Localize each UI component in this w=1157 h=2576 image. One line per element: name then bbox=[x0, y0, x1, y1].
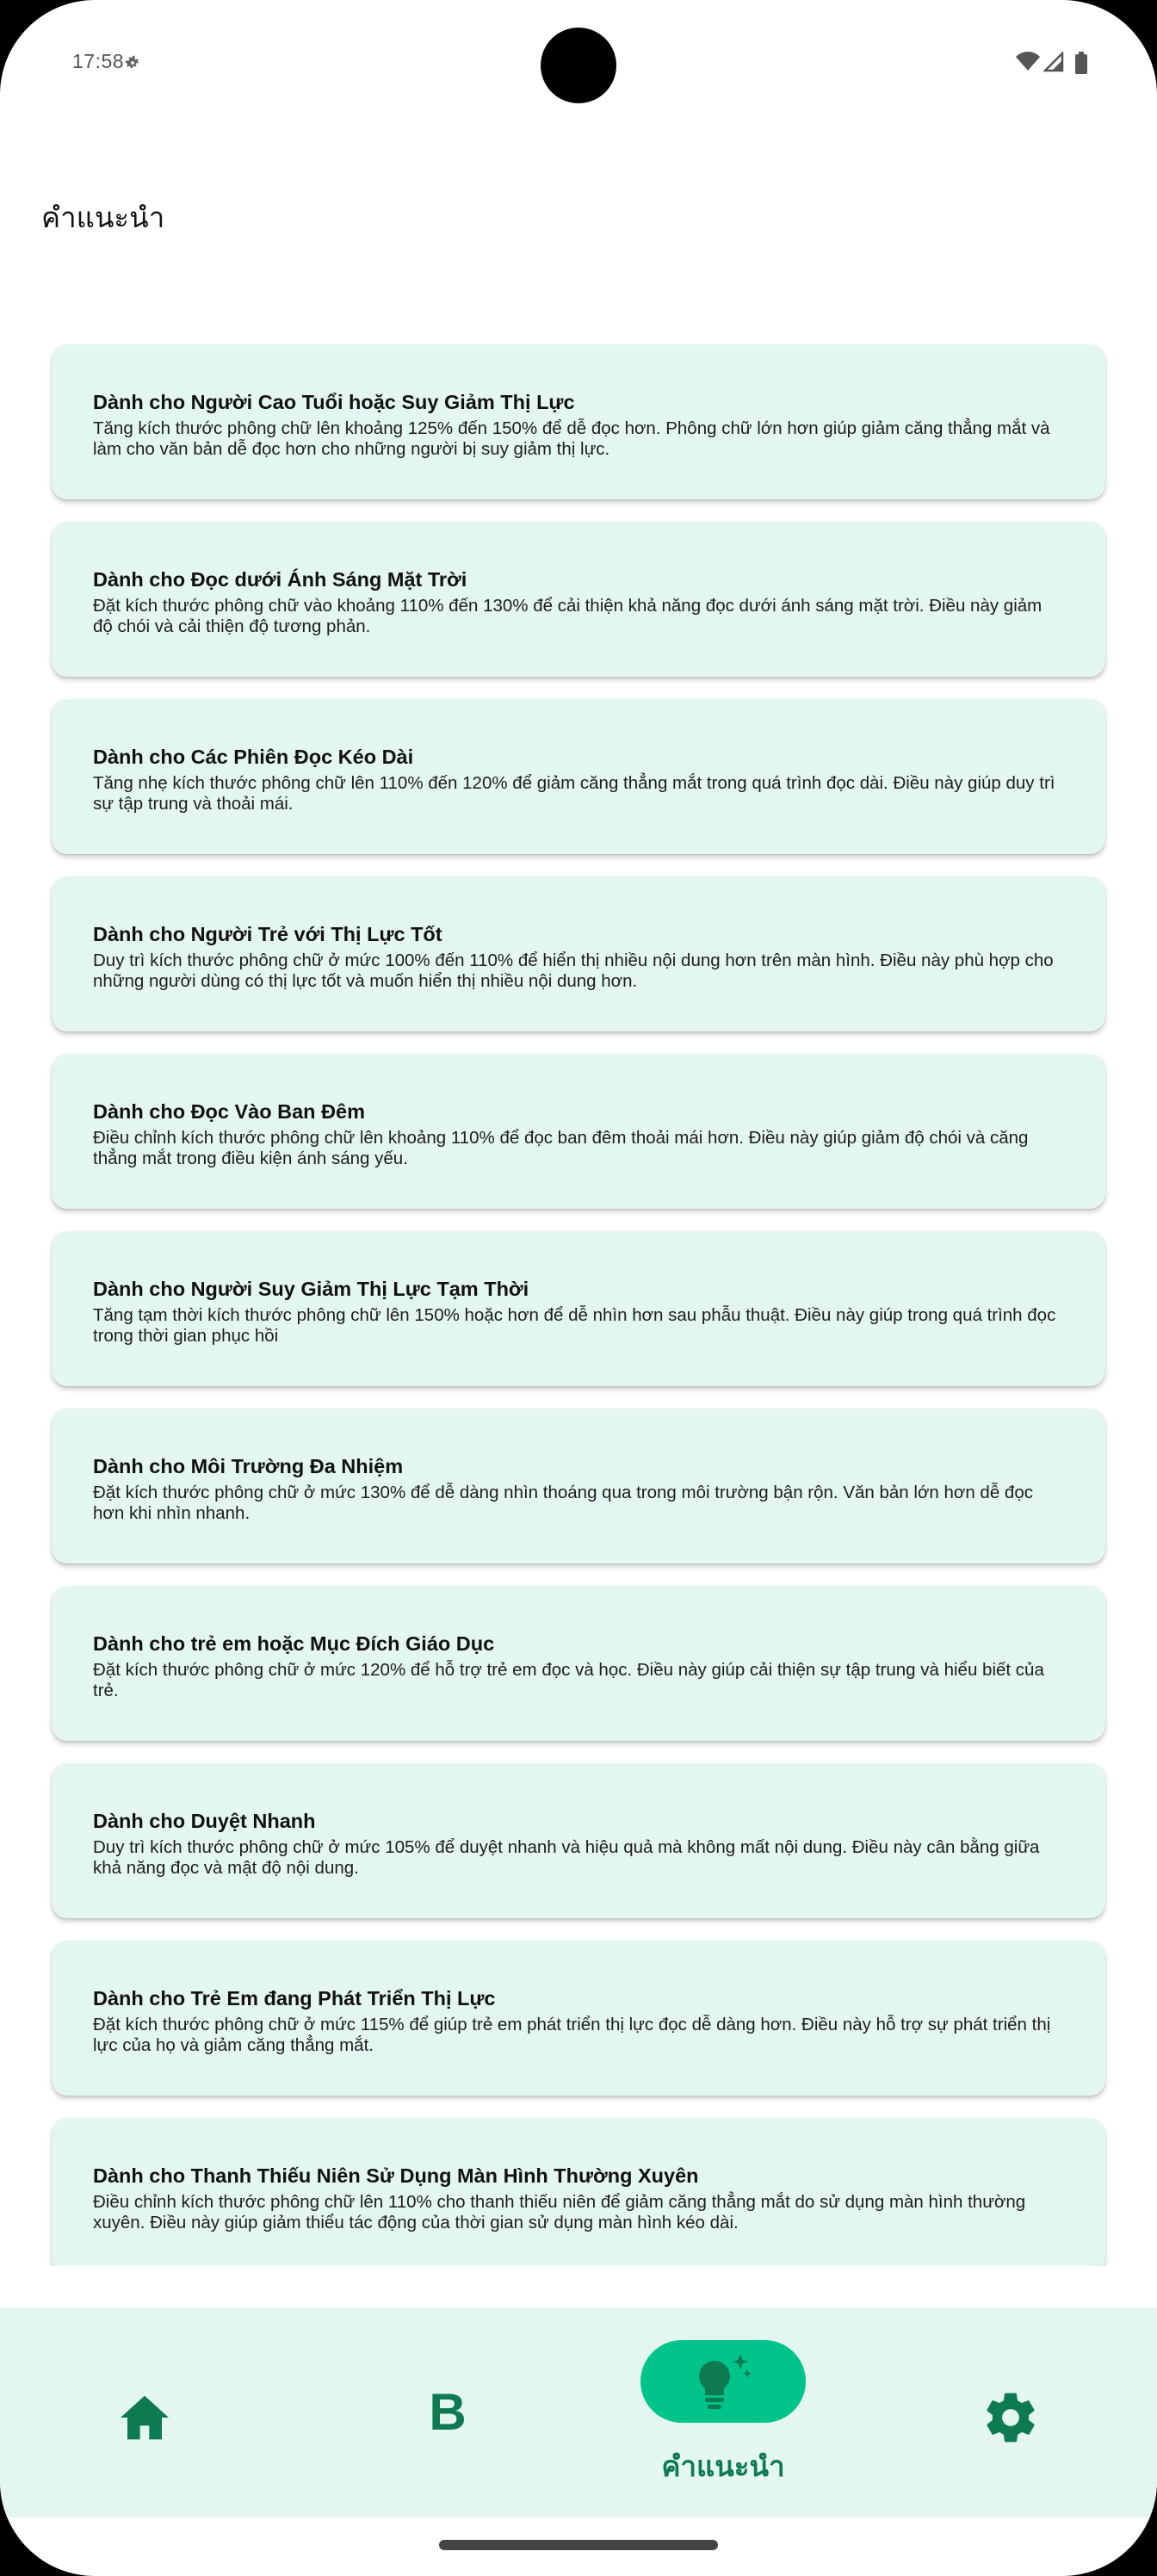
tip-card[interactable]: Dành cho Đọc dưới Ánh Sáng Mặt Trời Đặt k… bbox=[52, 522, 1105, 677]
tips-list[interactable]: Dành cho Người Cao Tuổi hoặc Suy Giảm Th… bbox=[0, 344, 1157, 2266]
page-title: คำแนะนำ bbox=[41, 201, 165, 234]
battery-icon bbox=[1075, 52, 1087, 74]
home-icon bbox=[121, 2395, 169, 2440]
tip-card-title: Dành cho Đọc dưới Ánh Sáng Mặt Trời bbox=[93, 568, 467, 591]
bold-b-icon: B bbox=[429, 2383, 467, 2441]
bottom-navigation: B คำแนะนำ bbox=[0, 2307, 1157, 2517]
tip-card-description: Duy trì kích thước phông chữ ở mức 105% … bbox=[93, 1837, 1040, 1878]
tip-card-description: Đặt kích thước phông chữ vào khoảng 110%… bbox=[93, 596, 1043, 636]
nav-tips-button[interactable] bbox=[640, 2340, 806, 2423]
gear-icon bbox=[987, 2393, 1035, 2443]
tip-card-description: Đặt kích thước phông chữ ở mức 120% để h… bbox=[93, 1660, 1044, 1700]
tip-card-title: Dành cho trẻ em hoặc Mục Đích Giáo Dục bbox=[93, 1632, 495, 1655]
tip-card[interactable]: Dành cho Thanh Thiếu Niên Sử Dụng Màn Hì… bbox=[52, 2118, 1105, 2266]
tip-card-description: Điều chỉnh kích thước phông chữ lên 110%… bbox=[93, 2192, 1026, 2232]
gesture-handle[interactable] bbox=[439, 2540, 718, 2550]
tip-card-description: Tăng kích thước phông chữ lên khoảng 125… bbox=[93, 418, 1050, 459]
tip-card-title: Dành cho Người Cao Tuổi hoặc Suy Giảm Th… bbox=[93, 391, 575, 413]
tip-card[interactable]: Dành cho Đọc Vào Ban Đêm Điều chỉnh kích … bbox=[52, 1054, 1105, 1209]
tip-card-description: Duy trì kích thước phông chữ ở mức 100% … bbox=[93, 951, 1054, 991]
tip-card-title: Dành cho Đọc Vào Ban Đêm bbox=[93, 1100, 365, 1123]
tip-card[interactable]: Dành cho Người Suy Giảm Thị Lực Tạm Thời… bbox=[52, 1231, 1105, 1386]
wifi-icon bbox=[1016, 52, 1040, 71]
app-screen: 17:58 คำแนะนำ Dành cho Người Cao Tuổi ho… bbox=[0, 0, 1157, 2576]
nav-bold-button[interactable]: B bbox=[413, 2378, 482, 2447]
tip-card[interactable]: Dành cho trẻ em hoặc Mục Đích Giáo Dục Đặ… bbox=[52, 1586, 1105, 1741]
tip-card[interactable]: Dành cho Người Cao Tuổi hoặc Suy Giảm Th… bbox=[52, 344, 1105, 499]
status-time: 17:58 bbox=[72, 50, 125, 72]
tip-card-title: Dành cho Người Suy Giảm Thị Lực Tạm Thời bbox=[93, 1278, 529, 1300]
status-bar: 17:58 bbox=[0, 0, 1157, 129]
tip-card[interactable]: Dành cho Môi Trường Đa Nhiệm Đặt kích thư… bbox=[52, 1409, 1105, 1564]
tip-card-description: Tăng tạm thời kích thước phông chữ lên 1… bbox=[93, 1305, 1056, 1346]
tip-card-title: Dành cho Môi Trường Đa Nhiệm bbox=[93, 1455, 404, 1477]
signal-icon bbox=[1043, 52, 1064, 72]
tip-card-title: Dành cho Các Phiên Đọc Kéo Dài bbox=[93, 746, 414, 768]
lightbulb-sparkle-icon bbox=[699, 2354, 752, 2409]
tip-card[interactable]: Dành cho Duyệt Nhanh Duy trì kích thước p… bbox=[52, 1763, 1105, 1918]
tip-card-title: Dành cho Duyệt Nhanh bbox=[93, 1810, 316, 1832]
tip-card-description: Đặt kích thước phông chữ ở mức 130% để d… bbox=[93, 1483, 1033, 1523]
tip-card-description: Điều chỉnh kích thước phông chữ lên khoả… bbox=[93, 1128, 1029, 1168]
nav-settings-button[interactable] bbox=[981, 2388, 1040, 2447]
nav-home-button[interactable] bbox=[117, 2390, 172, 2445]
tip-card-title: Dành cho Người Trẻ với Thị Lực Tốt bbox=[93, 923, 442, 945]
tip-card-description: Đặt kích thước phông chữ ở mức 115% để g… bbox=[93, 2015, 1051, 2055]
tip-card[interactable]: Dành cho Các Phiên Đọc Kéo Dài Tăng nhẹ k… bbox=[52, 699, 1105, 854]
tip-card-description: Tăng nhẹ kích thước phông chữ lên 110% đ… bbox=[93, 773, 1055, 814]
tip-card-title: Dành cho Thanh Thiếu Niên Sử Dụng Màn Hì… bbox=[93, 2164, 699, 2187]
gear-icon bbox=[125, 55, 140, 68]
tip-card-title: Dành cho Trẻ Em đang Phát Triển Thị Lực bbox=[93, 1987, 496, 2009]
camera-cutout bbox=[541, 28, 616, 103]
tip-card[interactable]: Dành cho Trẻ Em đang Phát Triển Thị Lực Đ… bbox=[52, 1941, 1105, 2096]
tip-card[interactable]: Dành cho Người Trẻ với Thị Lực Tốt Duy tr… bbox=[52, 876, 1105, 1031]
nav-tips-label[interactable]: คำแนะนำ bbox=[637, 2443, 809, 2489]
